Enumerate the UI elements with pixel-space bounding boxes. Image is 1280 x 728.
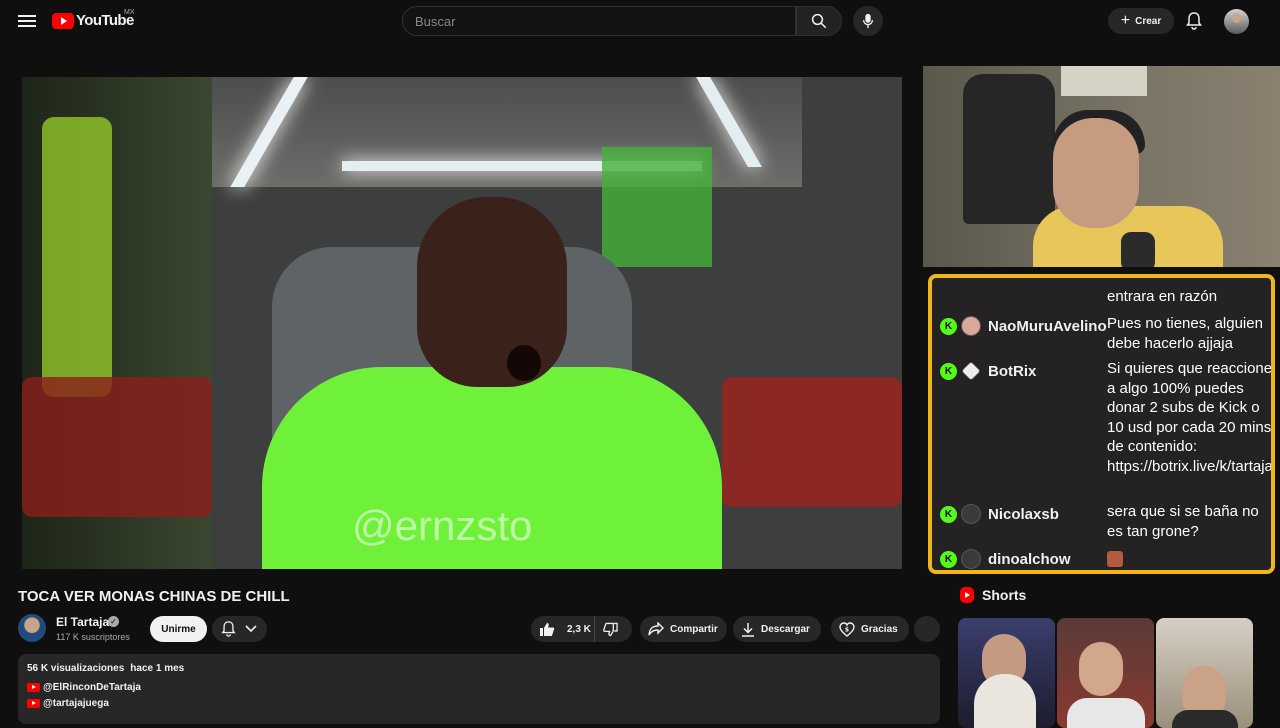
- search-icon: [811, 13, 827, 29]
- logo-country-code: MX: [124, 9, 135, 16]
- webcam-face: [1053, 118, 1139, 228]
- subscriber-count: 117 K suscriptores: [56, 632, 130, 642]
- youtube-icon: [27, 699, 40, 708]
- user-icon: [961, 549, 981, 569]
- dislike-button[interactable]: [595, 616, 631, 642]
- video-player[interactable]: @ernzsto: [22, 77, 902, 569]
- youtube-logo-icon: [52, 12, 74, 29]
- account-avatar[interactable]: [1224, 9, 1249, 34]
- share-label: Compartir: [670, 623, 718, 635]
- short-shirt: [1172, 710, 1238, 728]
- description-link[interactable]: @tartajajuega: [27, 698, 931, 709]
- upload-date: hace 1 mes: [130, 663, 185, 674]
- thumbs-up-icon: [540, 622, 555, 636]
- create-label: Crear: [1135, 15, 1162, 27]
- chat-username: BotRix: [988, 363, 1037, 380]
- like-count: 2,3 K: [567, 623, 591, 635]
- chat-message: Pues no tienes, alguien debe hacerlo ajj…: [1107, 315, 1263, 352]
- thanks-label: Gracias: [861, 623, 898, 635]
- scene-chair: [22, 377, 212, 517]
- chevron-down-icon: [245, 625, 257, 633]
- top-bar: YouTube MX + Crear: [0, 0, 1280, 42]
- kick-badge-icon: K: [940, 363, 957, 380]
- user-icon: [961, 504, 981, 524]
- youtube-logo[interactable]: YouTube: [52, 12, 134, 29]
- create-button[interactable]: + Crear: [1108, 8, 1174, 34]
- person-mouth: [507, 345, 541, 381]
- bell-icon: [1186, 12, 1202, 30]
- voice-search-button[interactable]: [853, 6, 883, 36]
- heart-dollar-icon: $: [839, 621, 855, 637]
- thanks-button[interactable]: $ Gracias: [831, 616, 909, 642]
- bot-icon: [961, 361, 981, 381]
- short-shirt: [1067, 698, 1145, 728]
- channel-name[interactable]: El Tartaja: [56, 615, 109, 629]
- kick-badge-icon: K: [940, 318, 957, 335]
- shorts-title: Shorts: [982, 587, 1027, 603]
- chat-username: NaoMuruAvelino: [988, 318, 1107, 335]
- chat-avatar: [961, 316, 981, 336]
- search-input[interactable]: [402, 6, 796, 36]
- like-button[interactable]: 2,3 K: [531, 616, 595, 642]
- chat-username: dinoalchow: [988, 551, 1071, 568]
- link-text: @ElRinconDeTartaja: [43, 682, 141, 693]
- short-thumbnail[interactable]: [1156, 618, 1253, 728]
- more-actions-button[interactable]: [914, 616, 940, 642]
- shorts-icon: [960, 587, 974, 603]
- join-button[interactable]: Unirme: [150, 616, 207, 642]
- link-text: @tartajajuega: [43, 698, 109, 709]
- chat-message: Si quieres que reaccione a algo 100% pue…: [1107, 360, 1275, 475]
- chat-message-partial: entrara en razón: [1107, 288, 1218, 305]
- person-head: [417, 197, 567, 387]
- subscription-notifications-button[interactable]: [212, 616, 267, 642]
- share-icon: [648, 622, 664, 636]
- shorts-header: Shorts: [960, 587, 1026, 603]
- description-link[interactable]: @ElRinconDeTartaja: [27, 682, 931, 693]
- share-button[interactable]: Compartir: [640, 616, 727, 642]
- youtube-icon: [27, 683, 40, 692]
- microphone-icon: [862, 13, 874, 29]
- short-face: [1079, 642, 1123, 696]
- description-meta: 56 K visualizaciones hace 1 mes: [27, 663, 931, 674]
- bell-icon: [221, 621, 236, 637]
- search-button[interactable]: [796, 6, 842, 36]
- scene-decor: [602, 147, 712, 267]
- download-icon: [742, 622, 754, 637]
- verified-icon: ✓: [108, 616, 119, 627]
- video-watermark: @ernzsto: [352, 502, 533, 549]
- download-button[interactable]: Descargar: [733, 616, 821, 642]
- chat-emote: [1107, 551, 1123, 567]
- scene-decor: [42, 117, 112, 397]
- streamer-webcam: [923, 66, 1280, 267]
- short-thumbnail[interactable]: [1057, 618, 1154, 728]
- channel-avatar[interactable]: [18, 614, 46, 642]
- like-dislike-group: 2,3 K: [531, 616, 632, 642]
- webcam-microphone: [1121, 232, 1155, 267]
- view-count: 56 K visualizaciones: [27, 663, 125, 674]
- description-box[interactable]: 56 K visualizaciones hace 1 mes @ElRincon…: [18, 654, 940, 724]
- kick-chat-overlay: entrara en razón K NaoMuruAvelino Pues n…: [928, 274, 1275, 574]
- thumbs-down-icon: [602, 622, 618, 636]
- plus-icon: +: [1120, 12, 1131, 29]
- video-title: TOCA VER MONAS CHINAS DE CHILL: [18, 588, 290, 605]
- kick-badge-icon: K: [940, 506, 957, 523]
- svg-text:$: $: [845, 626, 849, 633]
- short-thumbnail[interactable]: [958, 618, 1055, 728]
- chat-message: sera que si se baña no es tan grone?: [1107, 503, 1259, 540]
- download-label: Descargar: [761, 623, 810, 635]
- menu-icon[interactable]: [18, 12, 36, 30]
- scene-chair: [722, 377, 902, 507]
- webcam-shelf: [1061, 66, 1147, 96]
- kick-badge-icon: K: [940, 551, 957, 568]
- chat-username: Nicolaxsb: [988, 506, 1059, 523]
- webcam-jersey: [963, 74, 1055, 224]
- notifications-button[interactable]: [1183, 10, 1205, 32]
